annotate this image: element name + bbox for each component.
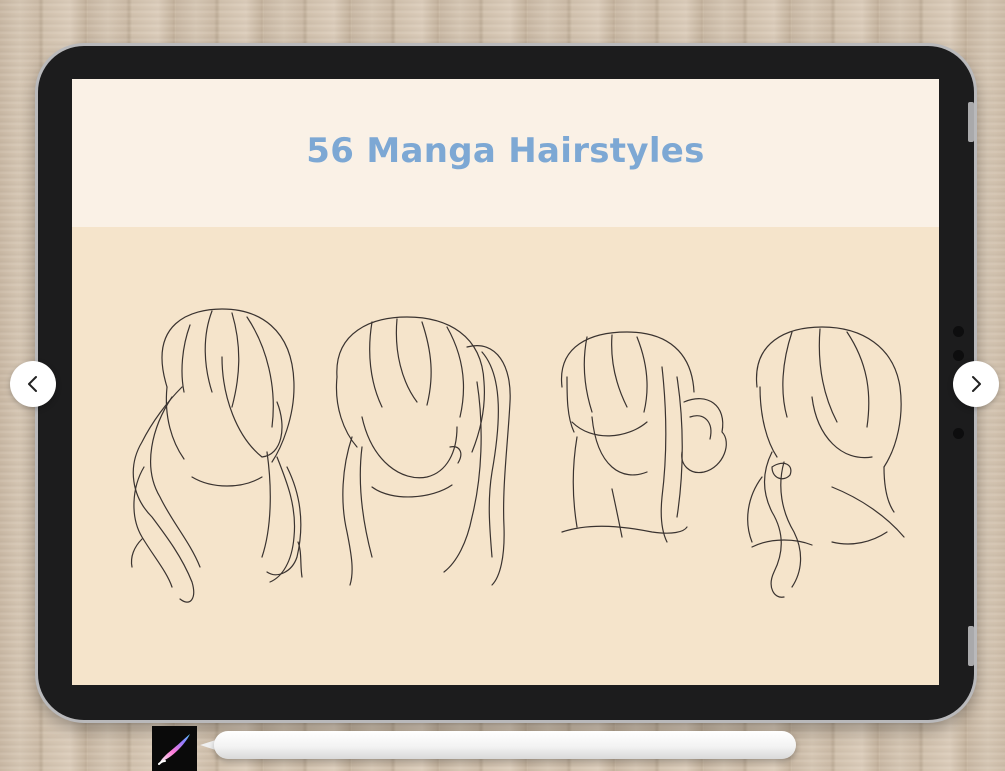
camera-dot (953, 350, 964, 361)
hairstyle-illustrations (130, 308, 905, 603)
next-slide-button[interactable] (953, 361, 999, 407)
procreate-brush-icon (152, 726, 197, 771)
chevron-left-icon (28, 376, 37, 392)
hairstyle-side-bun (560, 331, 727, 543)
apple-pencil (214, 731, 796, 759)
slide-title: 56 Manga Hairstyles (306, 131, 705, 171)
volume-button (968, 102, 974, 142)
tablet-screen: 56 Manga Hairstyles (72, 79, 939, 685)
prev-slide-button[interactable] (10, 361, 56, 407)
camera-dot (953, 326, 964, 337)
hairstyle-twin-curls (130, 308, 303, 603)
hairstyle-low-ponytail (747, 326, 905, 598)
power-button (968, 626, 974, 666)
hairstyle-twin-tails (335, 316, 511, 586)
chevron-right-icon (972, 376, 981, 392)
title-banner: 56 Manga Hairstyles (72, 79, 939, 227)
camera-dot (953, 428, 964, 439)
